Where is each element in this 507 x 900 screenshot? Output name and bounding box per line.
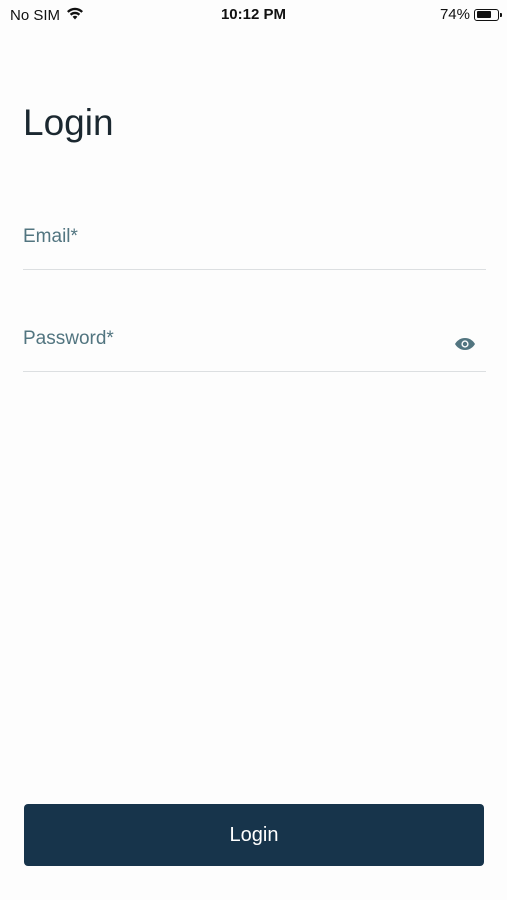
status-right: 74% <box>439 6 502 23</box>
battery-icon <box>474 8 502 21</box>
page-title: Login <box>23 102 114 143</box>
password-input[interactable] <box>23 326 447 372</box>
email-field[interactable]: Email* <box>23 224 486 270</box>
password-field[interactable]: Password* <box>23 326 486 372</box>
login-screen: No SIM 10:12 PM 74% Login Email* Passwor… <box>0 0 507 900</box>
email-input[interactable] <box>23 224 447 270</box>
battery-percent: 74% <box>439 6 470 23</box>
battery-fill <box>476 11 491 18</box>
status-time: 10:12 PM <box>220 6 287 23</box>
status-bar: No SIM 10:12 PM 74% <box>0 0 507 32</box>
eye-icon[interactable] <box>454 336 476 352</box>
login-button[interactable]: Login <box>24 804 484 866</box>
